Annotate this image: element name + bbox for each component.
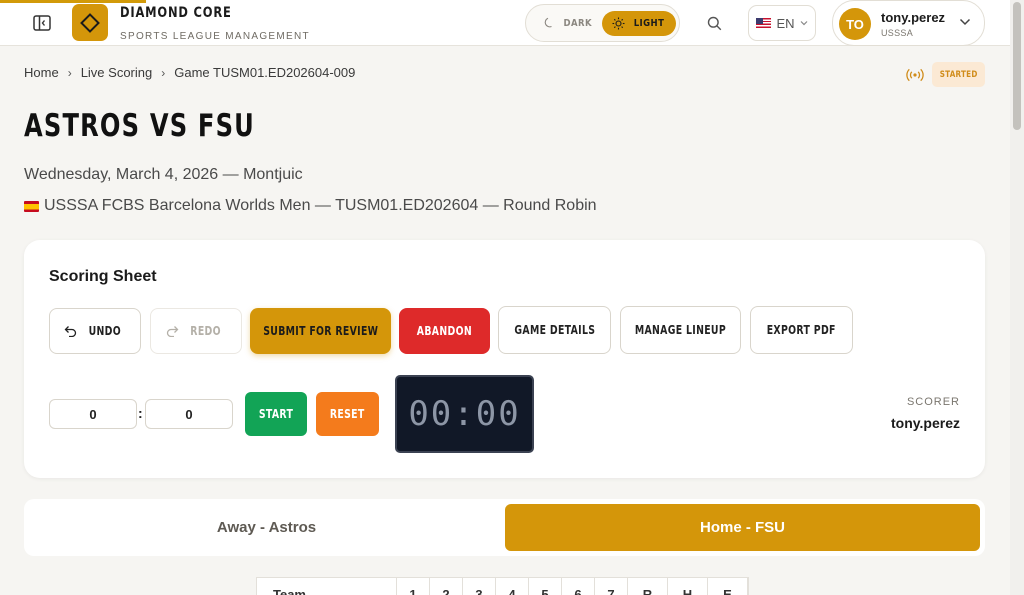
- scoreboard-header-inning: 7: [595, 578, 628, 595]
- status-badge: STARTED: [932, 62, 985, 87]
- breadcrumb-separator: ›: [67, 65, 72, 80]
- theme-dark-button[interactable]: DARK: [534, 10, 604, 36]
- breadcrumb: Home › Live Scoring › Game TUSM01.ED2026…: [24, 65, 355, 80]
- time-separator: :: [138, 405, 143, 421]
- diamond-logo-icon: [80, 12, 100, 33]
- scoreboard-header-inning: 2: [430, 578, 463, 595]
- user-name: tony.perez: [881, 10, 946, 25]
- scoreboard-header-team: Team: [257, 578, 397, 595]
- manage-lineup-label: MANAGE LINEUP: [634, 323, 727, 337]
- scoreboard-header-inning: 6: [562, 578, 595, 595]
- sidebar-panel-icon: [33, 15, 51, 31]
- user-organization: USSSA: [881, 28, 914, 38]
- scorer-label: SCORER: [906, 396, 960, 408]
- brand-name: DIAMOND CORE: [120, 5, 232, 21]
- theme-toggle: DARK LIGHT: [525, 4, 680, 42]
- language-selector[interactable]: EN: [748, 5, 816, 41]
- tab-home-team[interactable]: Home - FSU: [505, 504, 980, 551]
- team-tabs: Away - Astros Home - FSU: [24, 499, 985, 556]
- top-bar: DIAMOND CORE SPORTS LEAGUE MANAGEMENT DA…: [0, 0, 1010, 46]
- export-pdf-label: EXPORT PDF: [766, 323, 837, 337]
- game-details-button[interactable]: GAME DETAILS: [498, 306, 611, 354]
- tournament-text: USSSA FCBS Barcelona Worlds Men — TUSM01…: [44, 197, 597, 214]
- status-label: STARTED: [939, 69, 978, 80]
- submit-for-review-button[interactable]: SUBMIT FOR REVIEW: [250, 308, 391, 354]
- game-date-location: Wednesday, March 4, 2026 — Montjuic: [24, 166, 303, 183]
- search-button[interactable]: [703, 12, 725, 34]
- live-broadcast-icon: [906, 68, 924, 82]
- reset-label: RESET: [330, 407, 365, 421]
- moon-icon: [544, 17, 552, 28]
- scoreboard-header-hits: H: [668, 578, 708, 595]
- loading-progress-bar: [0, 0, 146, 3]
- seconds-input[interactable]: [145, 399, 233, 429]
- search-icon: [707, 16, 721, 30]
- tab-away-team[interactable]: Away - Astros: [29, 504, 504, 551]
- scrollbar-thumb[interactable]: [1013, 2, 1021, 130]
- scoreboard-header: Team 1 2 3 4 5 6 7 R H E: [256, 577, 749, 595]
- scoreboard-header-inning: 3: [463, 578, 496, 595]
- sidebar-toggle-button[interactable]: [30, 12, 54, 34]
- scoreboard-header-runs: R: [628, 578, 668, 595]
- scoring-sheet-card: Scoring Sheet UNDO REDO SUBMIT FOR REVIE…: [24, 240, 985, 478]
- export-pdf-button[interactable]: EXPORT PDF: [750, 306, 853, 354]
- spain-flag-icon: [24, 200, 39, 212]
- game-details-label: GAME DETAILS: [514, 323, 595, 337]
- scoreboard-header-errors: E: [708, 578, 748, 595]
- start-timer-button[interactable]: START: [245, 392, 307, 436]
- manage-lineup-button[interactable]: MANAGE LINEUP: [620, 306, 741, 354]
- scoreboard-header-inning: 5: [529, 578, 562, 595]
- scorer-name: tony.perez: [891, 415, 960, 431]
- game-clock-display: 00:00: [395, 375, 534, 453]
- brand-logo[interactable]: [72, 4, 108, 41]
- user-menu[interactable]: TO tony.perez USSSA: [832, 0, 985, 46]
- submit-label: SUBMIT FOR REVIEW: [262, 324, 379, 338]
- start-label: START: [258, 407, 294, 421]
- game-clock-value: 00:00: [408, 394, 521, 434]
- undo-button[interactable]: UNDO: [49, 308, 141, 354]
- chevron-down-icon: [959, 18, 971, 26]
- scoreboard-header-inning: 4: [496, 578, 529, 595]
- scoring-sheet-title: Scoring Sheet: [49, 268, 157, 285]
- us-flag-icon: [756, 18, 772, 28]
- breadcrumb-live-scoring[interactable]: Live Scoring: [81, 65, 153, 80]
- undo-icon: [64, 326, 77, 337]
- chevron-down-icon: [800, 21, 807, 26]
- brand-subtitle: SPORTS LEAGUE MANAGEMENT: [120, 31, 310, 42]
- game-tournament-info: USSSA FCBS Barcelona Worlds Men — TUSM01…: [24, 197, 597, 215]
- theme-dark-label: DARK: [563, 17, 593, 29]
- minutes-input[interactable]: [49, 399, 137, 429]
- breadcrumb-current-game: Game TUSM01.ED202604-009: [174, 65, 356, 80]
- abandon-label: ABANDON: [416, 324, 473, 338]
- reset-timer-button[interactable]: RESET: [316, 392, 379, 436]
- redo-label: REDO: [190, 324, 222, 338]
- sun-icon: [612, 17, 624, 30]
- abandon-button[interactable]: ABANDON: [399, 308, 490, 354]
- scoreboard-header-inning: 1: [397, 578, 430, 595]
- breadcrumb-home[interactable]: Home: [24, 65, 59, 80]
- theme-light-button[interactable]: LIGHT: [602, 11, 676, 36]
- redo-button[interactable]: REDO: [150, 308, 242, 354]
- undo-label: UNDO: [88, 324, 122, 338]
- theme-light-label: LIGHT: [633, 18, 664, 29]
- page-title: ASTROS VS FSU: [24, 108, 255, 144]
- breadcrumb-separator: ›: [161, 65, 166, 80]
- avatar: TO: [839, 8, 871, 40]
- language-label: EN: [776, 15, 795, 31]
- redo-icon: [167, 326, 179, 337]
